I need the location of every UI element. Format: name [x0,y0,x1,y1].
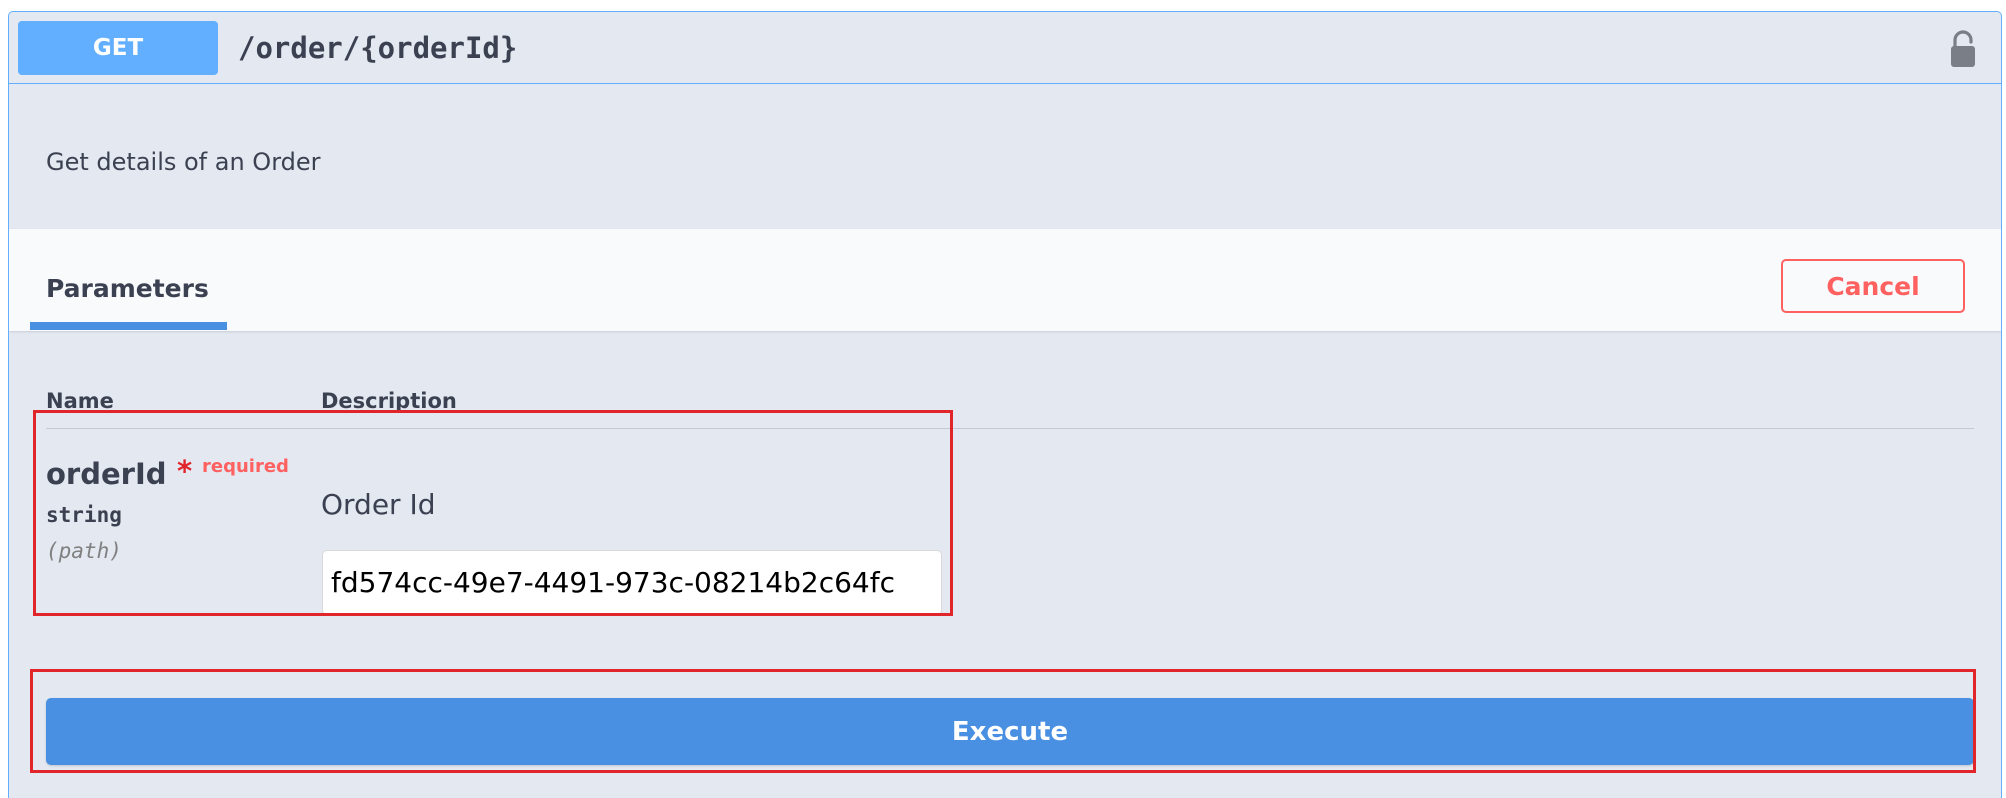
execute-highlight-box [30,669,1976,773]
tab-active-indicator [30,322,227,330]
tab-parameters[interactable]: Parameters [46,274,209,303]
parameter-highlight-box [33,410,953,616]
operation-path: /order/{orderId} [238,31,518,65]
cancel-button[interactable]: Cancel [1781,259,1965,313]
operation-description: Get details of an Order [46,148,321,176]
lock-icon[interactable] [1948,29,1978,69]
parameters-tab-bar: Parameters Cancel [9,229,2001,331]
http-method-badge: GET [18,21,218,75]
operation-summary[interactable]: GET /order/{orderId} [9,12,2001,84]
